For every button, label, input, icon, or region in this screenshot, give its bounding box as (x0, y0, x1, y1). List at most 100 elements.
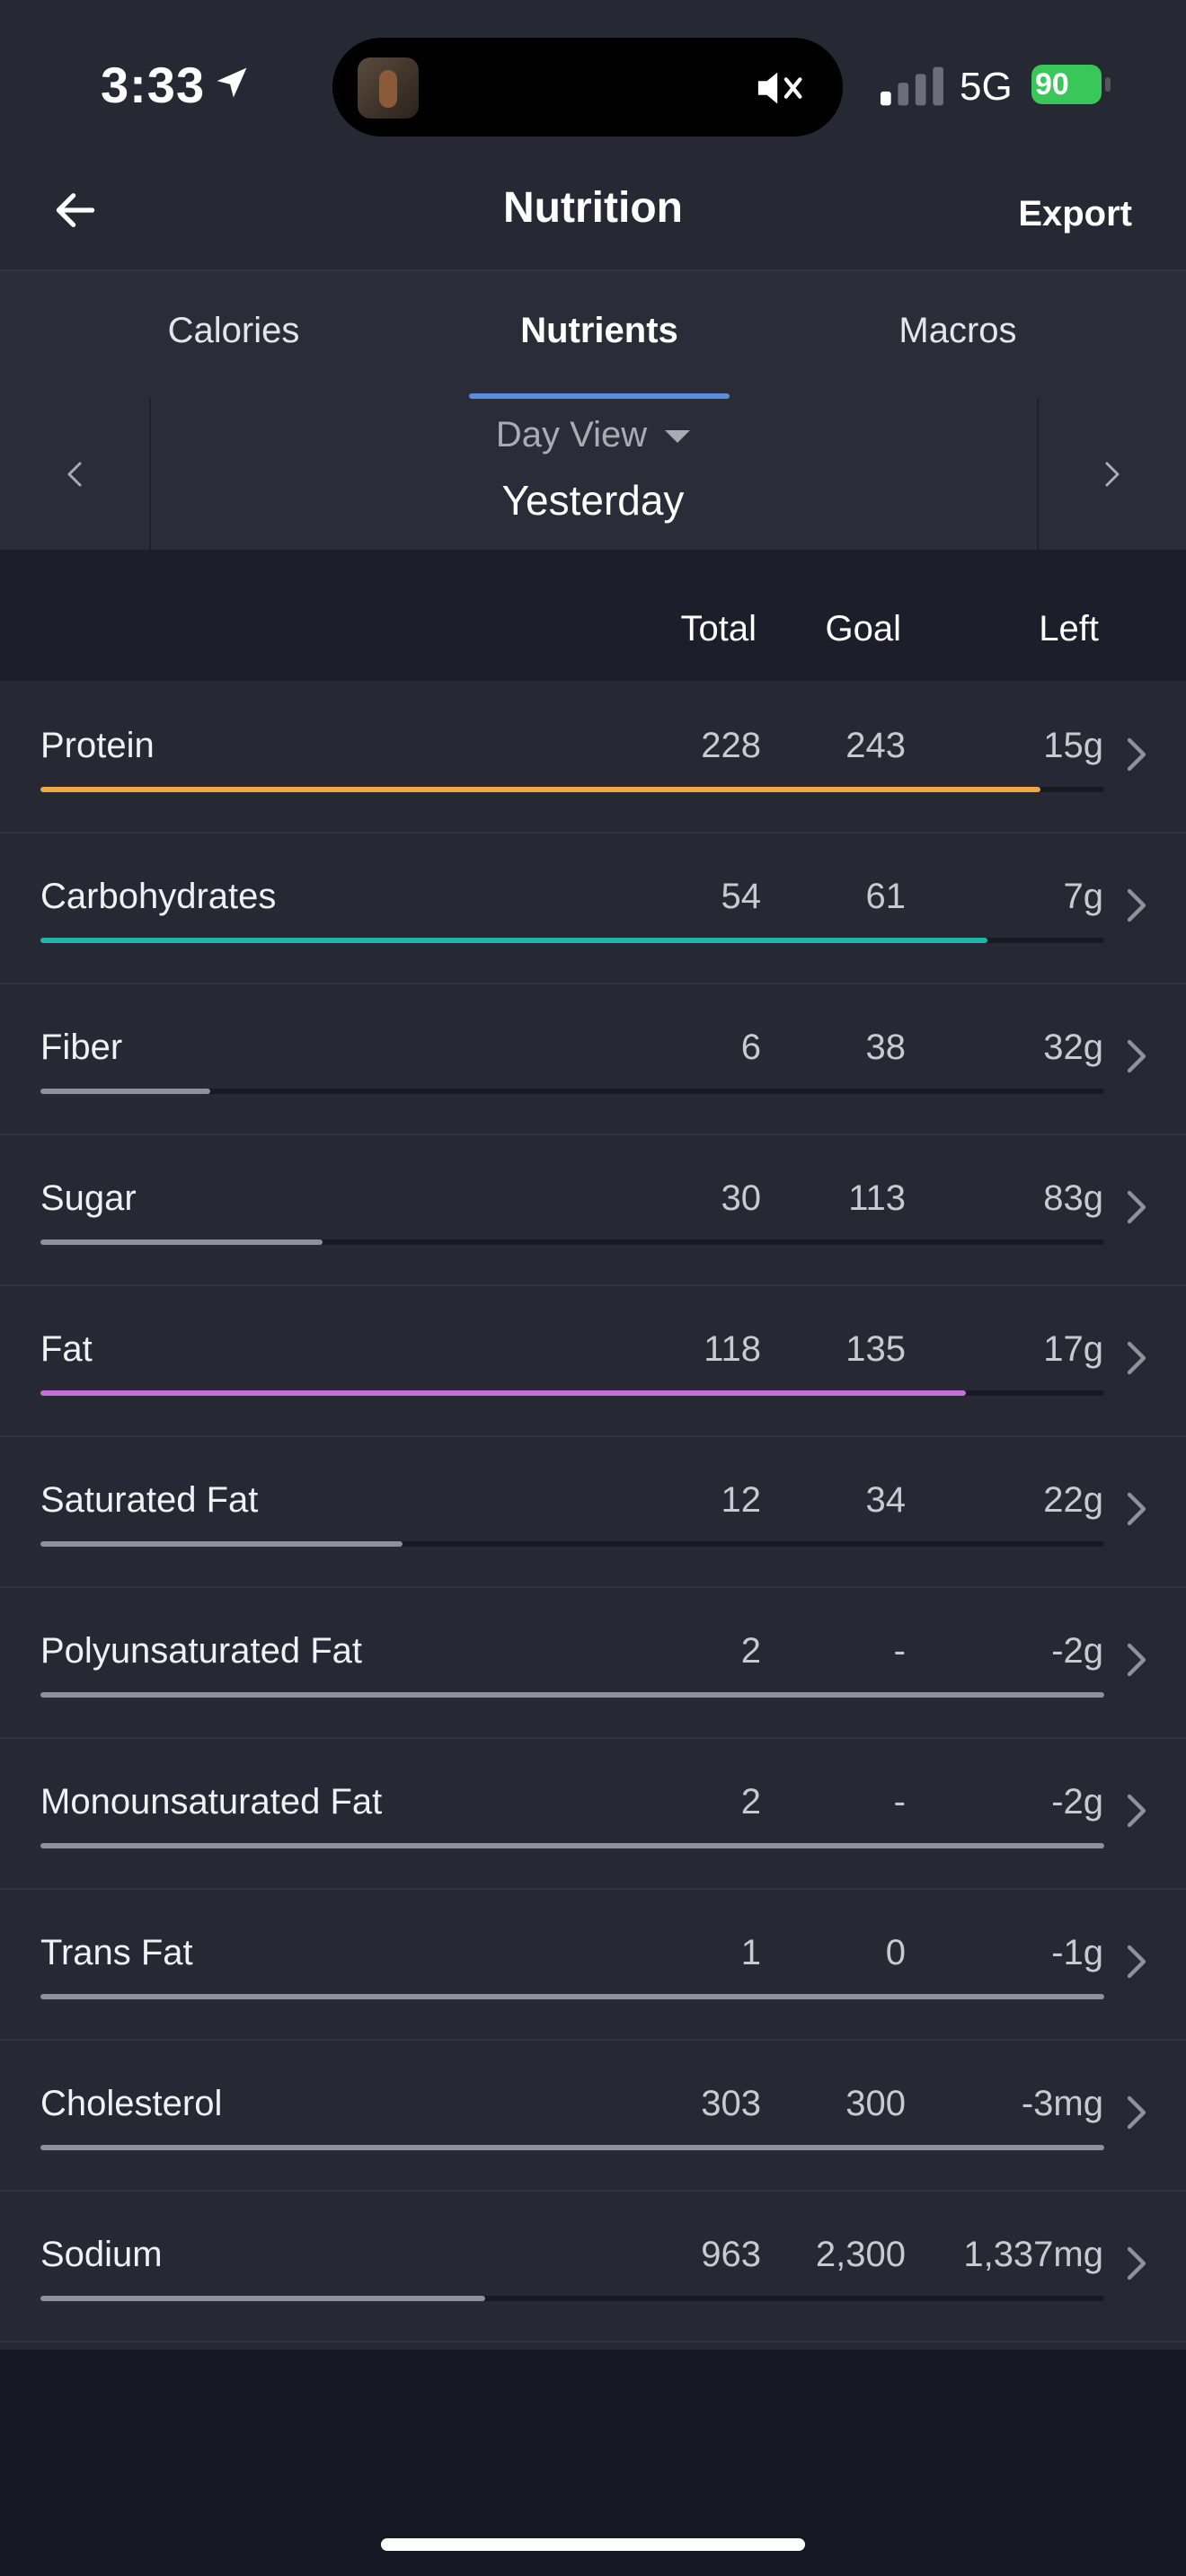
progress-fill (40, 1843, 1104, 1848)
day-view-label: Day View (495, 415, 648, 454)
nutrient-name: Protein (40, 726, 155, 765)
tab-macros[interactable]: Macros (828, 311, 1088, 351)
status-time: 3:33 (101, 57, 206, 113)
nutrient-left: 83g (1043, 1178, 1103, 1218)
nutrient-total: 963 (701, 2235, 761, 2274)
nutrient-row[interactable]: Protein 228 243 15g (0, 681, 1186, 834)
caret-down-icon (665, 430, 691, 444)
status-bar: 3:33 5G 90 (0, 0, 1186, 153)
nutrient-row[interactable]: Trans Fat 1 0 -1g (0, 1888, 1186, 2041)
battery-icon: 90 (1031, 65, 1112, 104)
nutrient-goal: 113 (848, 1178, 906, 1218)
chevron-right-icon (1127, 1190, 1146, 1224)
progress-track (40, 1541, 1104, 1547)
nutrient-goal: 34 (865, 1480, 907, 1520)
home-indicator[interactable] (381, 2538, 805, 2551)
tab-nutrients[interactable]: Nutrients (469, 311, 730, 351)
nutrient-total: 118 (704, 1329, 761, 1369)
progress-track (40, 1994, 1104, 1999)
nutrient-goal: 135 (845, 1329, 906, 1369)
progress-fill (40, 787, 1040, 792)
nutrient-total: 12 (721, 1480, 762, 1520)
progress-fill (40, 1239, 323, 1245)
nutrient-row[interactable]: Cholesterol 303 300 -3mg (0, 2039, 1186, 2192)
nutrient-row[interactable]: Saturated Fat 12 34 22g (0, 1435, 1186, 1588)
nutrient-row[interactable]: Fat 118 135 17g (0, 1284, 1186, 1437)
nutrient-left: -2g (1051, 1631, 1103, 1671)
tab-calories[interactable]: Calories (103, 311, 364, 351)
nutrient-name: Saturated Fat (40, 1480, 259, 1520)
nutrient-total: 303 (701, 2084, 761, 2123)
nutrient-left: 22g (1043, 1480, 1103, 1520)
chevron-right-icon (1127, 1492, 1146, 1526)
location-arrow-icon (217, 67, 247, 98)
network-type: 5G (960, 65, 1013, 109)
export-button[interactable]: Export (1018, 194, 1132, 234)
table-header: Total Goal Left (0, 550, 1186, 683)
progress-fill (40, 1692, 1104, 1698)
nutrient-row[interactable]: Carbohydrates 54 61 7g (0, 832, 1186, 984)
nutrient-row[interactable]: Polyunsaturated Fat 2 - -2g (0, 1586, 1186, 1739)
chevron-right-icon (1127, 2095, 1146, 2130)
chevron-right-icon (1127, 1794, 1146, 1828)
progress-track (40, 1089, 1104, 1094)
chevron-right-icon (1127, 2246, 1146, 2280)
now-playing-thumbnail (358, 57, 419, 119)
nutrient-goal: 300 (845, 2084, 906, 2123)
nutrient-name: Carbohydrates (40, 877, 277, 916)
nutrient-left: -1g (1051, 1933, 1103, 1972)
nutrient-left: 17g (1043, 1329, 1103, 1369)
nutrient-name: Polyunsaturated Fat (40, 1631, 362, 1671)
progress-fill (40, 1390, 967, 1396)
progress-track (40, 1239, 1104, 1245)
nutrient-goal: 61 (865, 877, 907, 916)
speaker-muted-icon (757, 72, 802, 104)
chevron-right-icon (1127, 1039, 1146, 1073)
nutrient-name: Fiber (40, 1028, 123, 1067)
dynamic-island (332, 38, 843, 137)
nutrient-goal: 38 (865, 1028, 907, 1067)
chevron-right-icon (1127, 888, 1146, 922)
nutrient-total: 2 (740, 1782, 761, 1822)
nutrient-left: 15g (1043, 726, 1103, 765)
nutrient-goal: - (893, 1631, 906, 1671)
battery-level: 90 (1035, 67, 1069, 101)
nutrient-goal: 0 (885, 1933, 906, 1972)
nutrient-name: Fat (40, 1329, 93, 1369)
nutrient-total: 30 (721, 1178, 762, 1218)
nutrient-row[interactable]: Monounsaturated Fat 2 - -2g (0, 1737, 1186, 1890)
nutrient-row[interactable]: Fiber 6 38 32g (0, 983, 1186, 1135)
nutrient-list: Protein 228 243 15g Carbohydrates 54 61 7g Fiber… (0, 681, 1186, 2350)
progress-fill (40, 1994, 1104, 1999)
progress-track (40, 1692, 1104, 1698)
nutrient-row[interactable]: Sugar 30 113 83g (0, 1134, 1186, 1286)
chevron-right-icon (1127, 1643, 1146, 1677)
progress-track (40, 2296, 1104, 2301)
chevron-right-icon (1127, 1945, 1146, 1979)
page-title: Nutrition (503, 184, 683, 232)
progress-track (40, 1390, 1104, 1396)
chevron-right-icon (1127, 737, 1146, 772)
progress-fill (40, 938, 987, 943)
progress-fill (40, 1089, 211, 1094)
nutrient-row[interactable]: Sodium 963 2,300 1,337mg (0, 2190, 1186, 2342)
tab-bar: Calories Nutrients Macros (0, 271, 1186, 401)
back-arrow-icon[interactable] (50, 185, 101, 235)
progress-track (40, 787, 1104, 792)
nutrient-name: Sodium (40, 2235, 163, 2274)
nutrient-goal: 243 (845, 726, 906, 765)
progress-fill (40, 2296, 485, 2301)
progress-track (40, 2145, 1104, 2150)
nutrient-left: 32g (1043, 1028, 1103, 1067)
day-view-dropdown[interactable]: Day View (0, 415, 1186, 455)
progress-fill (40, 2145, 1104, 2150)
nutrient-name: Sugar (40, 1178, 137, 1218)
chevron-right-icon (1127, 1341, 1146, 1375)
nutrient-left: 1,337mg (963, 2235, 1103, 2274)
nutrient-left: -2g (1051, 1782, 1103, 1822)
nutrient-total: 54 (721, 877, 762, 916)
progress-fill (40, 1541, 403, 1547)
nutrient-total: 1 (740, 1933, 761, 1972)
cellular-signal-icon (881, 66, 943, 106)
nutrient-left: -3mg (1021, 2084, 1103, 2123)
